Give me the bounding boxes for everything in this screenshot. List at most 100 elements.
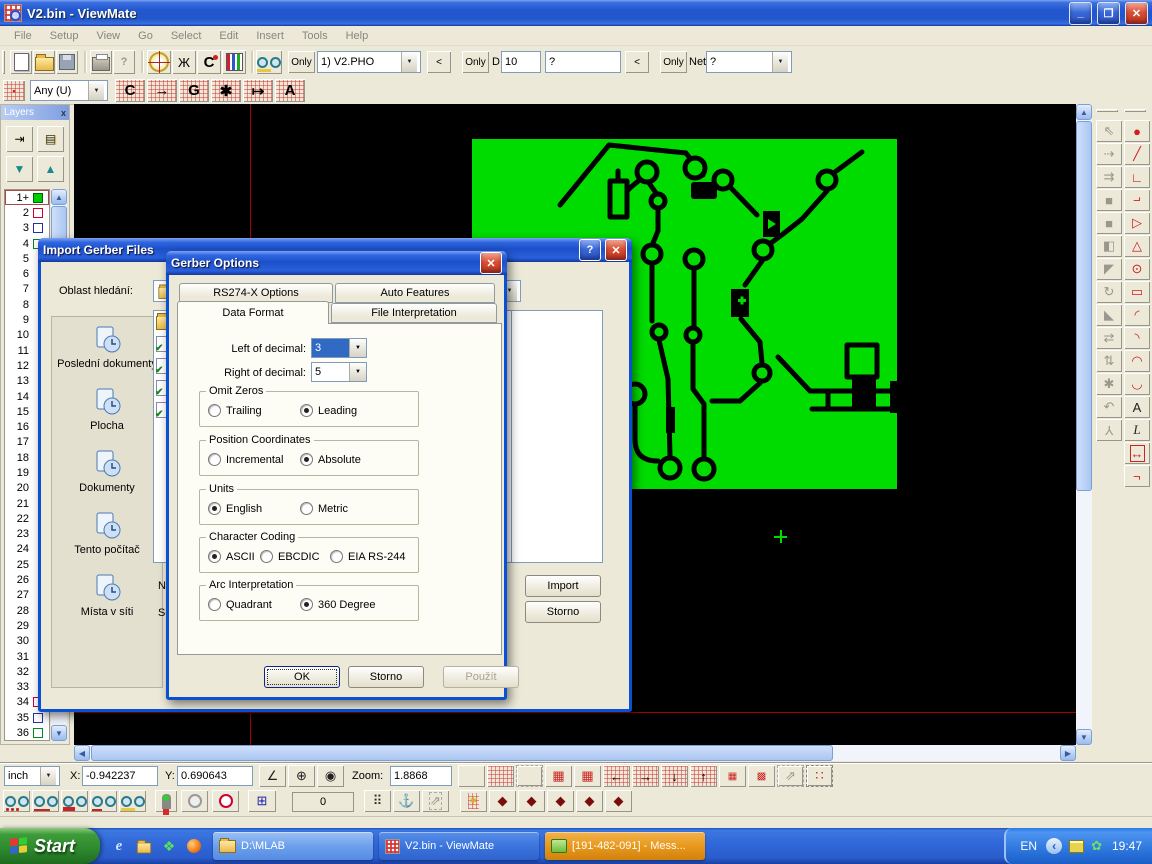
view-lines-glasses-button[interactable] (32, 790, 59, 812)
snap-grid-icon[interactable]: ⠿ (364, 790, 391, 812)
measure-tool-button[interactable]: Ж (172, 50, 196, 74)
desktop[interactable]: Plocha (52, 387, 162, 432)
draw-chord-icon[interactable]: ◡ (1124, 373, 1150, 395)
scroll-down-button[interactable]: ▼ (1076, 729, 1092, 745)
film-setup-button[interactable] (222, 50, 246, 74)
internet-explorer-icon[interactable]: e (110, 837, 128, 855)
view-pads-glasses-button[interactable] (61, 790, 88, 812)
layer-row[interactable]: 35 (5, 710, 49, 725)
layer-color-swatch[interactable] (33, 223, 43, 233)
tab-rs274x-options[interactable]: RS274-X Options (179, 283, 333, 303)
text-icon[interactable]: A (1124, 396, 1150, 418)
pan-left-icon[interactable]: ← (603, 765, 630, 787)
tab-data-format[interactable]: Data Format (177, 301, 329, 324)
branch-icon[interactable]: Y (1096, 419, 1122, 441)
label-icon[interactable]: L (1124, 419, 1150, 441)
context-help-button[interactable]: ? (113, 50, 135, 74)
radio-leading[interactable]: Leading (300, 404, 357, 417)
grid-red-icon[interactable]: ▦ (574, 765, 601, 787)
draw-arc-icon[interactable]: ◜ (1124, 304, 1150, 326)
grid-chart-icon[interactable]: ▦ (545, 765, 572, 787)
probe-icon[interactable]: ◉ (317, 765, 344, 787)
layer-row[interactable]: 3 (5, 221, 49, 236)
close-button[interactable]: ✕ (1125, 2, 1148, 25)
pad-mode3-icon[interactable]: ◆ (547, 790, 574, 812)
vertical-scrollbar[interactable]: ▲ ▼ (1076, 104, 1092, 745)
radio-eia-rs244[interactable]: EIA RS-244 (330, 550, 405, 563)
menu-item[interactable]: View (87, 28, 129, 44)
pad-mode-icon[interactable]: ◆ (489, 790, 516, 812)
highlight-grid-icon[interactable] (487, 765, 514, 787)
draw-corner-icon[interactable]: ∟ (1124, 166, 1150, 188)
chevron-down-icon[interactable]: ▼ (401, 52, 417, 72)
move-single-icon[interactable]: ⇢ (1096, 143, 1122, 165)
lamp-off-button[interactable] (181, 790, 208, 812)
view-all-glasses-button[interactable] (3, 790, 30, 812)
green-app-icon[interactable]: ❖ (160, 837, 178, 855)
radio-incremental[interactable]: Incremental (208, 453, 283, 466)
restore-button[interactable]: ❐ (1097, 2, 1120, 25)
draw-curve-icon[interactable]: ◝ (1124, 327, 1150, 349)
menu-item[interactable]: Help (337, 28, 378, 44)
layer-row[interactable]: 36 (5, 725, 49, 740)
traffic-light-button[interactable] (155, 790, 177, 812)
zoom-in-icon[interactable] (458, 765, 485, 787)
stretch-icon[interactable]: ⇗ (777, 765, 804, 787)
dimension-icon[interactable]: ↔ (1124, 442, 1150, 464)
taskbar-task[interactable]: [191-482-091] - Mess... (545, 832, 705, 860)
right-of-decimal-combo[interactable]: 5 ▼ (311, 362, 367, 382)
layers-scroll-down[interactable]: ▼ (51, 725, 67, 741)
vector-move-icon[interactable]: ⇗ (422, 790, 449, 812)
menu-item[interactable]: Edit (210, 28, 247, 44)
only-dcode-button[interactable]: Only (462, 51, 489, 73)
mirror-vertical-icon[interactable]: ◧ (1096, 235, 1122, 257)
layer-down-button[interactable]: ▼ (6, 156, 33, 182)
rotate-icon[interactable]: ↻ (1096, 281, 1122, 303)
view-glasses-button[interactable] (256, 50, 282, 74)
menu-item[interactable]: Insert (247, 28, 293, 44)
zoom-value-input[interactable]: 1.8868 (390, 766, 452, 786)
dcode-tool-button[interactable]: C (197, 50, 221, 74)
chevron-down-icon[interactable]: ▼ (88, 81, 104, 100)
draw-triangle-icon[interactable]: △ (1124, 235, 1150, 257)
angle-measure-icon[interactable]: ∠ (259, 765, 286, 787)
layer-color-swatch[interactable] (33, 193, 43, 203)
gerber-options-titlebar[interactable]: Gerber Options ✕ (166, 251, 507, 275)
chevron-down-icon[interactable]: ▼ (349, 363, 366, 381)
radio-english[interactable]: English (208, 502, 262, 515)
radio-360-degree[interactable]: 360 Degree (300, 598, 376, 611)
grid-add-icon[interactable]: ▦ (719, 765, 746, 787)
minimize-button[interactable]: _ (1069, 2, 1092, 25)
dialog-close-button[interactable]: ✕ (605, 239, 627, 261)
prev-net-button[interactable]: < (625, 51, 649, 73)
flash-select-icon[interactable]: ✶ (460, 790, 487, 812)
draw-pad-icon[interactable]: ● (1124, 120, 1150, 142)
tray-notes-icon[interactable] (1069, 840, 1084, 853)
scroll-right-button[interactable]: ▶ (1060, 745, 1076, 761)
toolbar-grip[interactable] (2, 50, 5, 74)
anchor-icon[interactable]: ⚓ (393, 790, 420, 812)
pad-mode5-icon[interactable]: ◆ (605, 790, 632, 812)
tray-messenger-icon[interactable]: ✿ (1091, 838, 1102, 854)
draw-polygon-icon[interactable]: ▷ (1124, 212, 1150, 234)
scroll-left-button[interactable]: ◀ (74, 745, 90, 761)
step-repeat-icon[interactable]: ⇅ (1096, 350, 1122, 372)
pad-mode4-icon[interactable]: ◆ (576, 790, 603, 812)
paste-square-icon[interactable]: ■ (1096, 212, 1122, 234)
start-button[interactable]: Start (0, 828, 100, 864)
aperture-text-icon[interactable]: A (275, 79, 305, 102)
cancel-button[interactable]: Storno (348, 666, 424, 688)
scroll-up-button[interactable]: ▲ (1076, 104, 1092, 120)
prev-layer-button[interactable]: < (427, 51, 451, 73)
draw-ellipse-arc-icon[interactable]: ◠ (1124, 350, 1150, 372)
left-of-decimal-combo[interactable]: 3 ▼ (311, 338, 367, 358)
layer-color-swatch[interactable] (33, 208, 43, 218)
apply-button[interactable]: Použít (443, 666, 519, 688)
window-split-button[interactable]: ⊞ (248, 790, 276, 812)
chevron-down-icon[interactable]: ▼ (349, 339, 366, 357)
layer-select-combo[interactable]: 1) V2.PHO▼ (317, 51, 421, 73)
new-file-button[interactable] (10, 50, 32, 74)
draw-line-icon[interactable]: ╱ (1124, 143, 1150, 165)
selected-files-list[interactable] (511, 310, 603, 563)
horizontal-scrollbar[interactable]: ◀ ▶ (74, 745, 1076, 761)
